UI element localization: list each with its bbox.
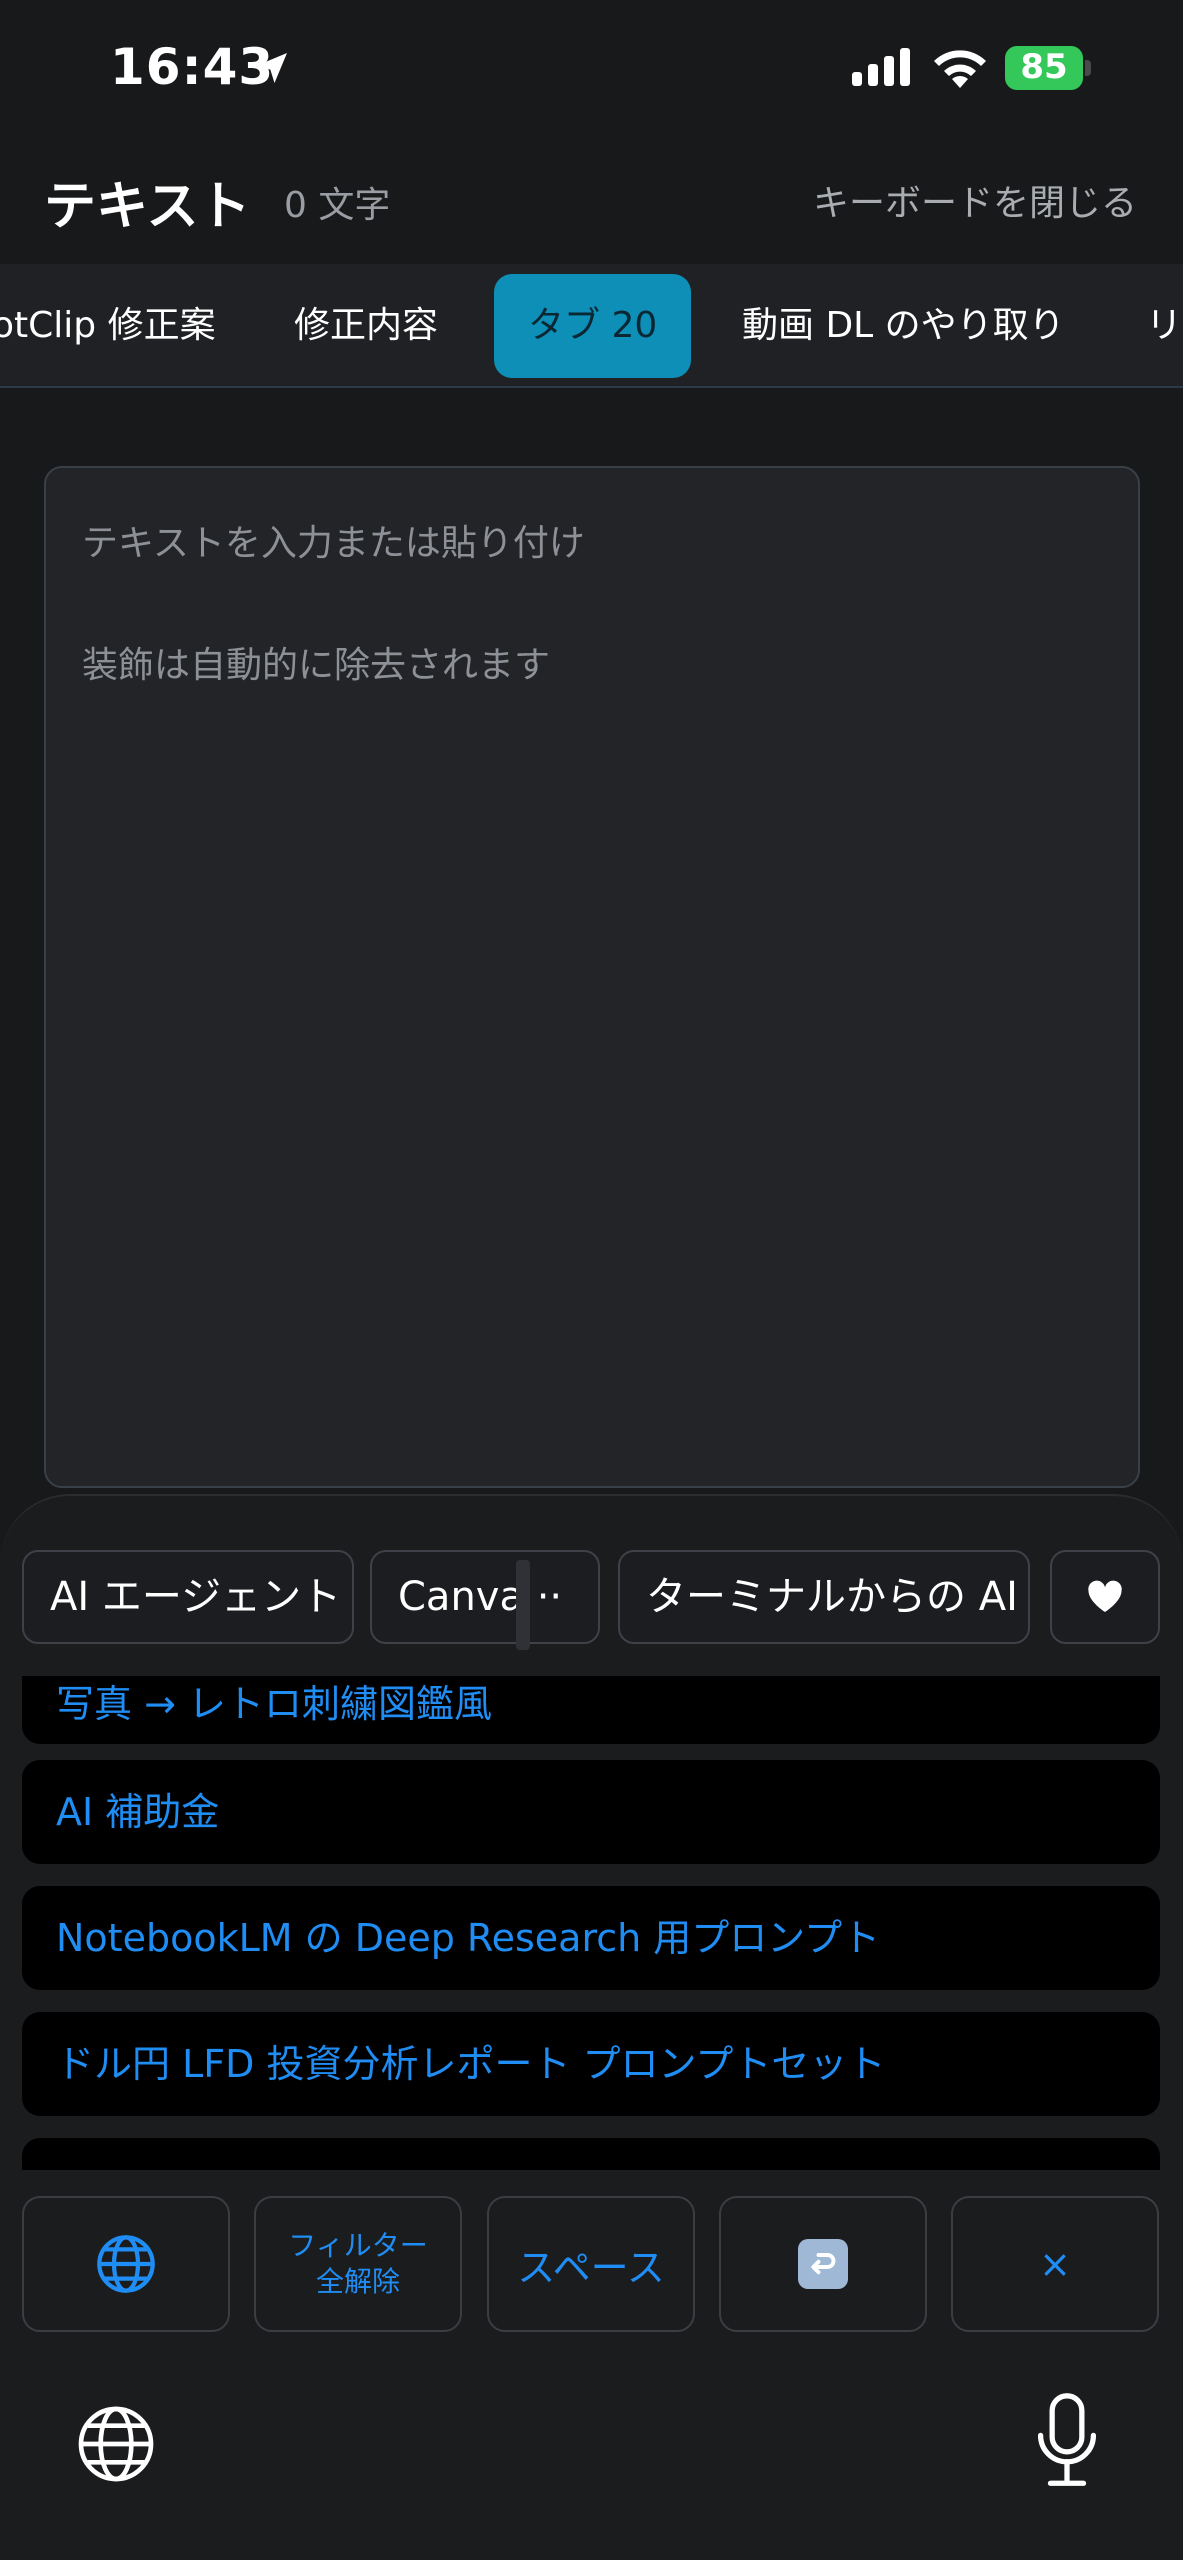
tab-next[interactable]: リ (1146, 274, 1182, 378)
chip-scroll-divider (516, 1560, 530, 1650)
chip-canva[interactable]: Canva ·· (370, 1550, 600, 1644)
return-key[interactable] (719, 2196, 927, 2332)
delete-key[interactable]: × (951, 2196, 1159, 2332)
snippet-list: 写真 → レトロ刺繍図鑑風 AI 補助金 NotebookLM の Deep R… (0, 1676, 1183, 2170)
status-bar: 16:43 85 (0, 0, 1183, 140)
battery-level: 85 (1020, 47, 1068, 87)
signal-icon (852, 48, 910, 86)
page-title: テキスト (44, 177, 251, 237)
text-editor[interactable]: テキストを入力または貼り付け 装飾は自動的に除去されます (44, 466, 1140, 1488)
globe-icon (97, 2235, 155, 2293)
list-item[interactable]: NotebookLM の Deep Research 用プロンプト (22, 1886, 1160, 1990)
chip-ai-agent[interactable]: AI エージェント (22, 1550, 354, 1644)
filter-clear-key[interactable]: フィルター 全解除 (254, 2196, 462, 2332)
tab-bar: otClip 修正案 修正内容 タブ 20 動画 DL のやり取り リ (0, 264, 1183, 388)
placeholder-line-1: テキストを入力または貼り付け (82, 523, 585, 564)
keyboard-switch-globe-icon[interactable] (76, 2404, 156, 2484)
list-item[interactable]: ドル円 LFD 投資分析レポート プロンプトセット (22, 2012, 1160, 2116)
action-key-row: フィルター 全解除 スペース × (0, 2196, 1183, 2336)
filter-key-label-2: 全解除 (315, 2265, 400, 2298)
location-arrow-icon (257, 53, 287, 83)
tab-changes[interactable]: 修正内容 (294, 274, 438, 378)
tab-20[interactable]: タブ 20 (494, 274, 692, 378)
placeholder-line-2: 装飾は自動的に除去されます (82, 645, 551, 686)
tab-video-dl[interactable]: 動画 DL のやり取り (742, 274, 1065, 378)
category-chips: AI エージェント Canva ·· ターミナルからの AI コ (0, 1550, 1183, 1650)
delete-key-label: × (1039, 2242, 1071, 2286)
space-key[interactable]: スペース (487, 2196, 695, 2332)
return-icon (798, 2239, 848, 2289)
wifi-icon (934, 50, 986, 88)
list-item[interactable]: 写真 → レトロ刺繍図鑑風 (22, 1676, 1160, 1744)
battery-indicator: 85 (1005, 46, 1091, 90)
favorites-button[interactable] (1050, 1550, 1160, 1644)
heart-icon (1088, 1580, 1122, 1612)
filter-key-label-1: フィルター (288, 2229, 428, 2262)
close-keyboard-button[interactable]: キーボードを閉じる (813, 174, 1137, 226)
chip-terminal-ai[interactable]: ターミナルからの AI コ (618, 1550, 1030, 1644)
list-item-partial[interactable] (22, 2138, 1160, 2170)
tab-otclip[interactable]: otClip 修正案 (0, 274, 216, 378)
list-item[interactable]: AI 補助金 (22, 1760, 1160, 1864)
char-count: 0 文字 (284, 185, 391, 226)
keyboard-panel: AI エージェント Canva ·· ターミナルからの AI コ 写真 → レト… (0, 1494, 1183, 2560)
microphone-icon[interactable] (1034, 2392, 1100, 2492)
status-time: 16:43 (110, 38, 275, 96)
space-key-label: スペース (517, 2245, 665, 2290)
globe-key[interactable] (22, 2196, 230, 2332)
